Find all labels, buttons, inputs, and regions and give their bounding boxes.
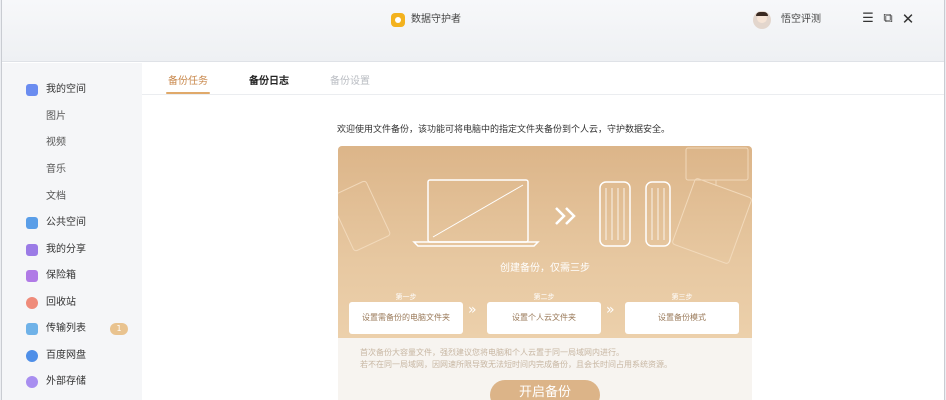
sidebar-item-recycle-bin[interactable]: 回收站 (2, 290, 142, 316)
sidebar-item-documents[interactable]: 文档 (2, 184, 142, 210)
sidebar-item-label: 外部存储 (46, 376, 86, 387)
step-arrow-icon: » (468, 302, 477, 318)
sidebar-item-label: 文档 (46, 191, 66, 202)
share-icon (26, 244, 38, 256)
backup-note: 首次备份大容量文件，强烈建议您将电脑和个人云置于同一局域网内进行。 (360, 348, 624, 357)
sidebar-item-videos[interactable]: 视频 (2, 130, 142, 156)
avatar[interactable] (753, 11, 771, 29)
app-title: 数据守护者 (411, 14, 461, 25)
step-label: 第二步 (533, 293, 555, 301)
sidebar-item-label: 回收站 (46, 297, 76, 308)
sidebar-item-label: 保险箱 (46, 270, 76, 281)
step-one-button[interactable]: 设置需备份的电脑文件夹 (349, 302, 463, 334)
close-icon[interactable]: ✕ (900, 11, 916, 27)
tab-backup-tasks[interactable]: 备份任务 (166, 75, 210, 94)
tab-backup-log[interactable]: 备份日志 (249, 75, 289, 89)
step-label: 第三步 (671, 293, 693, 301)
user-name[interactable]: 悟空评测 (781, 13, 821, 27)
send-icon (26, 217, 38, 229)
sidebar-item-my-share[interactable]: 我的分享 (2, 237, 142, 263)
backup-note: 若不在同一局域网，因网速所限导致无法短时间内完成备份，且会长时间占用系统资源。 (360, 360, 672, 369)
sidebar-item-transfer-list[interactable]: 传输列表 1 (2, 316, 142, 342)
transfer-arrow-icon (555, 207, 576, 225)
sidebar-item-pictures[interactable]: 图片 (2, 104, 142, 130)
safe-icon (26, 270, 38, 282)
baidu-netdisk-icon (26, 350, 38, 362)
title-bar: 数据守护者 悟空评测 ☰ ⧉ ✕ (2, 0, 944, 62)
sidebar-item-external-storage[interactable]: 外部存储 (2, 369, 142, 395)
step-two-button[interactable]: 设置个人云文件夹 (487, 302, 601, 334)
sidebar-item-my-space[interactable]: 我的空间 (2, 77, 142, 103)
start-backup-button[interactable]: 开启备份 (490, 380, 600, 400)
sidebar-item-public-space[interactable]: 公共空间 (2, 210, 142, 236)
sidebar-item-label: 传输列表 (46, 323, 86, 334)
transfer-icon (26, 323, 38, 335)
tab-bar: 备份任务 备份日志 备份设置 (142, 63, 944, 95)
app-logo-icon (391, 13, 405, 27)
sidebar-item-label: 视频 (46, 137, 66, 148)
external-storage-icon (26, 376, 38, 388)
backup-guide-card: 创建备份，仅需三步 第一步 设置需备份的电脑文件夹 » 第二步 设置个人云文件夹… (338, 146, 752, 400)
sidebar: 我的空间 图片 视频 音乐 文档 公共空间 我的分享 保险箱 回收站 传输列表 … (2, 63, 142, 400)
sidebar-item-safe[interactable]: 保险箱 (2, 263, 142, 289)
sidebar-item-label: 百度网盘 (46, 350, 86, 361)
step-arrow-icon: » (606, 302, 615, 318)
card-title: 创建备份，仅需三步 (500, 263, 590, 274)
backup-guide-banner: 创建备份，仅需三步 第一步 设置需备份的电脑文件夹 » 第二步 设置个人云文件夹… (338, 146, 752, 338)
laptop-icon (412, 179, 540, 247)
recycle-icon (26, 297, 38, 309)
sidebar-item-label: 公共空间 (46, 217, 86, 228)
sidebar-item-label: 音乐 (46, 164, 66, 175)
cloud-space-icon (26, 84, 38, 96)
sidebar-item-baidu-netdisk[interactable]: 百度网盘 (2, 343, 142, 369)
intro-text: 欢迎使用文件备份，该功能可将电脑中的指定文件夹备份到个人云，守护数据安全。 (337, 125, 671, 135)
sidebar-item-label: 我的分享 (46, 244, 86, 255)
tab-backup-settings[interactable]: 备份设置 (330, 75, 370, 89)
sidebar-item-label: 图片 (46, 111, 66, 122)
restore-icon[interactable]: ⧉ (880, 11, 896, 27)
sidebar-item-music[interactable]: 音乐 (2, 157, 142, 183)
app-window: 数据守护者 悟空评测 ☰ ⧉ ✕ 我的空间 图片 视频 音乐 文档 公共空间 我… (1, 0, 945, 400)
step-label: 第一步 (395, 293, 417, 301)
menu-icon[interactable]: ☰ (860, 11, 876, 27)
sidebar-item-label: 我的空间 (46, 84, 86, 95)
transfer-count-badge: 1 (110, 323, 128, 335)
personal-cloud-device-icon (599, 181, 671, 247)
step-three-button[interactable]: 设置备份模式 (625, 302, 739, 334)
